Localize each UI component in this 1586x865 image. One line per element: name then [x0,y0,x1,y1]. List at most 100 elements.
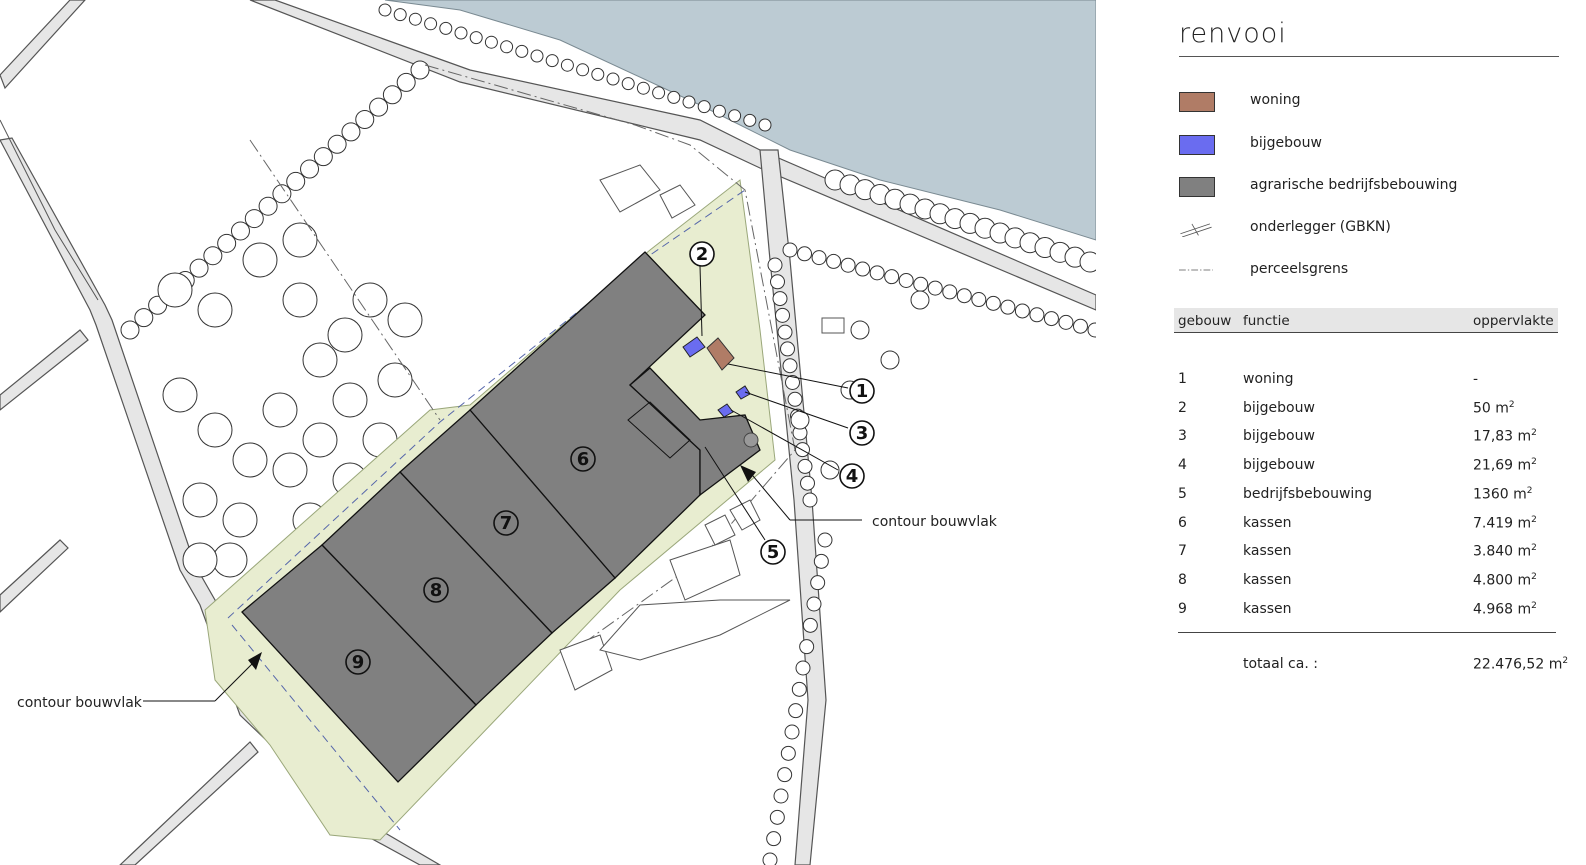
tree [591,67,605,81]
tree [189,258,209,278]
legend-label: bijgebouw [1250,135,1322,151]
tree [1014,303,1030,319]
tree [777,324,793,340]
tree [545,54,559,68]
tree [454,26,468,40]
marker-label-5: 5 [767,542,780,563]
table-row: 9 kassen 4.968 m2 [1174,601,1564,623]
tree [1072,318,1088,334]
tree [769,809,785,825]
legend-item-onderlegger: onderlegger (GBKN) [1179,217,1559,241]
legend-item-bijgebouw: bijgebouw [1179,133,1559,157]
tree [800,475,815,491]
header-functie: functie [1243,313,1290,329]
callout-contour-right: contour bouwvlak [872,514,998,530]
tree [332,382,368,418]
tree [313,147,333,167]
tree [777,767,793,783]
tree [286,171,306,191]
tree [377,362,413,398]
cell-oppervlakte: 7.419 m2 [1473,514,1537,532]
tree [393,8,407,22]
callout-contour-left: contour bouwvlak [17,695,143,711]
cell-functie: woning [1243,371,1294,387]
bijgebouw-swatch [1179,135,1215,155]
tree [302,342,338,378]
marker-label-4: 4 [846,466,859,487]
tree [197,292,233,328]
tree [697,100,711,114]
tree [855,261,871,277]
tree [799,639,815,655]
tree [898,272,914,288]
tree [766,831,782,847]
cell-functie: bijgebouw [1243,428,1315,445]
tree [203,246,223,266]
table-row: 4 bijgebouw 21,69 m2 [1174,457,1564,479]
cell-oppervlakte: 17,83 m2 [1473,428,1537,446]
legend-label: woning [1250,92,1301,108]
tree [850,320,870,340]
cell-functie: kassen [1243,514,1292,531]
tree [1043,311,1059,327]
tree [242,242,278,278]
site-plan-map: 1 2 3 4 5 6 7 8 9 contour bouwvlak contour bouwv… [0,0,1096,865]
tree [302,422,338,458]
woning-swatch [1179,92,1215,112]
tree [258,196,278,216]
cell-oppervlakte: 3.840 m2 [1473,543,1537,560]
tree [378,3,392,17]
tree [272,452,308,488]
tree [162,377,198,413]
cell-functie: bedrijfsbebouwing [1243,485,1373,502]
tree [197,412,233,448]
tree [1000,299,1016,315]
tree [282,222,318,258]
tree [780,745,796,761]
tree [120,320,140,340]
legend-label: onderlegger (GBKN) [1250,219,1391,235]
legend-panel: renvooi woning bijgebouw agrarische bedr… [1174,0,1568,865]
marker-label-7: 7 [500,513,513,534]
tree [232,442,268,478]
table-header: gebouw functie oppervlakte [1174,308,1558,333]
tree [880,350,900,370]
tree [802,617,818,633]
marker-label-9: 9 [352,652,365,673]
tree [773,788,789,804]
tree [910,290,930,310]
tree [820,460,840,480]
tree [797,246,813,262]
tree [813,553,829,569]
tree [576,63,590,77]
tree [784,724,800,740]
marker-label-8: 8 [430,580,443,601]
tree [341,122,361,142]
legend-item-agrarisch: agrarische bedrijfsbebouwing [1179,175,1559,199]
tree [985,295,1001,311]
table-row: 5 bedrijfsbebouwing 1360 m2 [1174,486,1564,508]
total-value: 22.476,52 m2 [1473,656,1569,673]
tree [621,77,635,91]
tree [182,542,218,578]
tree [728,109,742,123]
tree [956,288,972,304]
cell-functie: kassen [1243,543,1292,560]
cell-oppervlakte: 21,69 m2 [1473,457,1537,474]
tree [810,575,826,591]
tree [775,307,790,323]
title-divider [1179,56,1559,57]
tree [382,85,402,105]
gbkn-line-icon [1180,223,1212,237]
legend-label: perceelsgrens [1250,261,1349,277]
tree [244,209,264,229]
tree [758,118,772,132]
tree [396,72,416,92]
marker-label-1: 1 [856,381,869,402]
cell-oppervlakte: 50 m2 [1473,399,1515,417]
tree [282,282,318,318]
tree [408,12,422,26]
table-row: 1 woning - [1174,371,1564,393]
cell-functie: kassen [1243,571,1292,588]
tree [369,97,389,117]
